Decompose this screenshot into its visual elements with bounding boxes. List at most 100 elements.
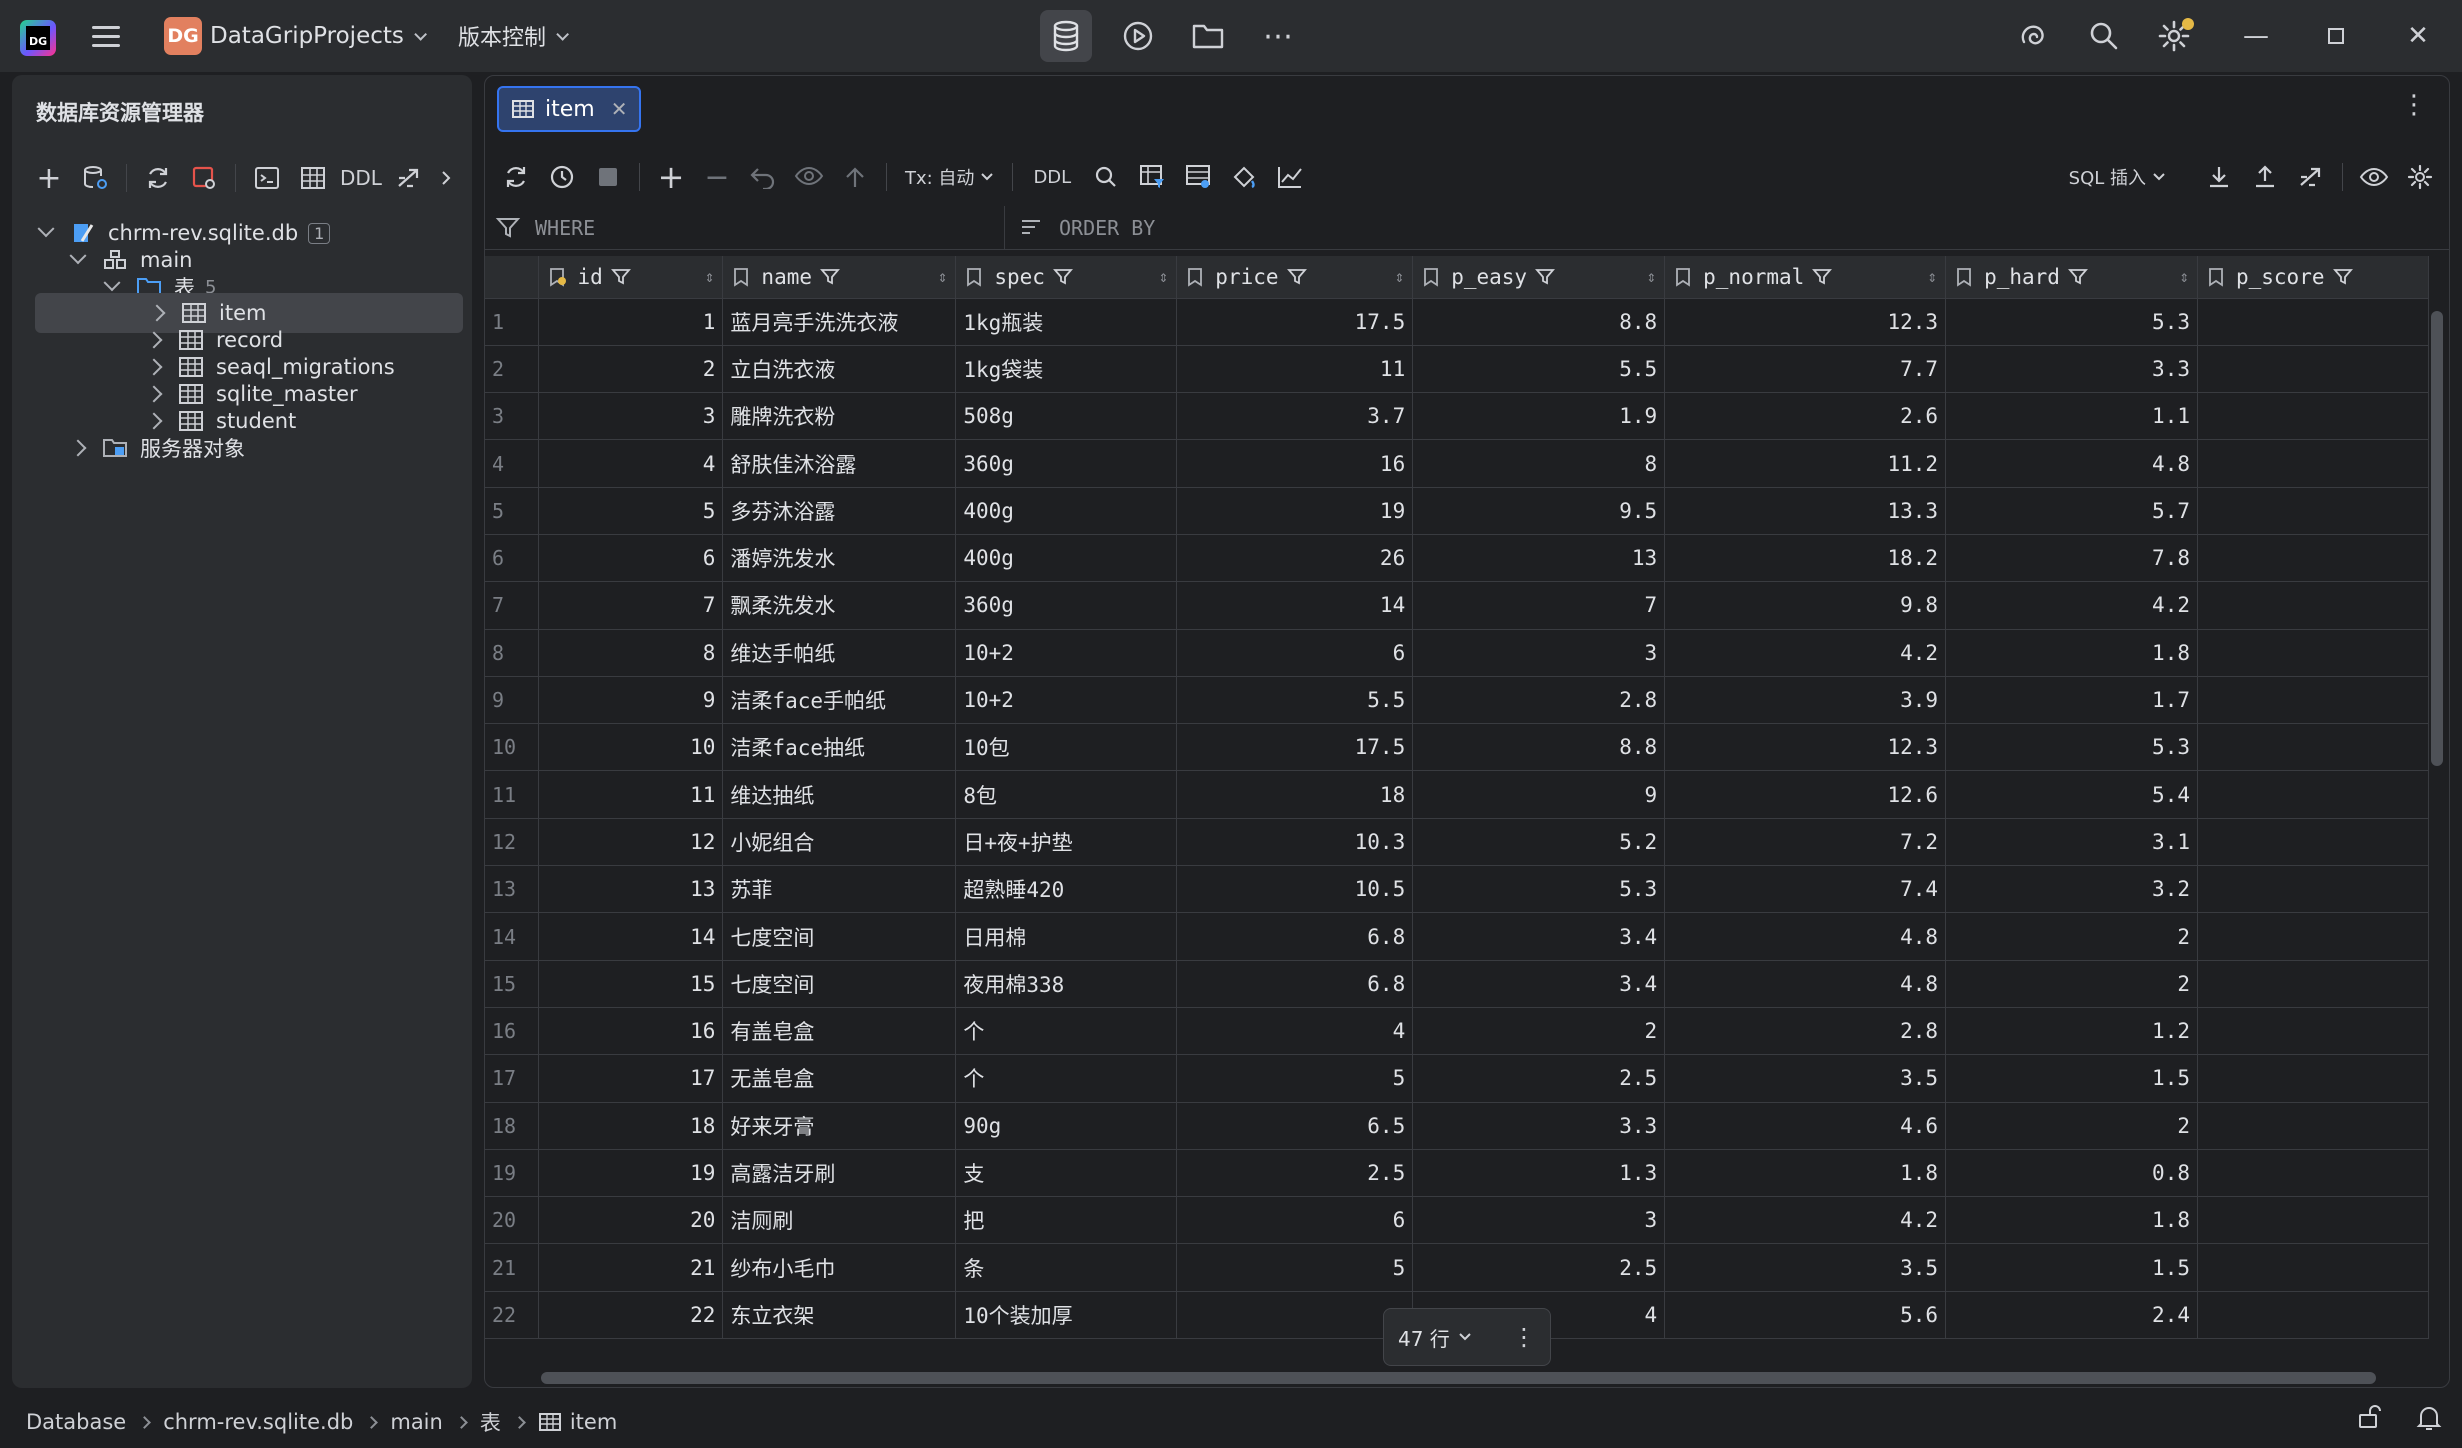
search-icon[interactable]: [1087, 158, 1125, 196]
table-cell[interactable]: 5.6: [1664, 1291, 1947, 1340]
table-cell[interactable]: 4.2: [1945, 581, 2198, 630]
column-header-name[interactable]: name ⇕: [722, 256, 957, 299]
table-cell[interactable]: 10+2: [955, 676, 1178, 725]
table-cell[interactable]: 5.2: [1412, 818, 1666, 867]
table-cell[interactable]: 1.3: [1412, 1149, 1666, 1198]
table-cell[interactable]: 8: [538, 629, 724, 677]
table-cell[interactable]: 1.7: [1945, 676, 2198, 725]
table-cell[interactable]: 5.5: [1176, 676, 1414, 725]
table-cell[interactable]: 维达抽纸: [722, 770, 957, 819]
table-cell[interactable]: 洁柔face手帕纸: [722, 676, 957, 725]
column-header-p-hard[interactable]: p_hard ⇕: [1945, 256, 2198, 299]
delete-row-icon[interactable]: −: [698, 158, 736, 196]
table-cell[interactable]: 8: [1412, 439, 1666, 488]
upload-icon[interactable]: [2246, 158, 2284, 196]
table-cell[interactable]: 2: [1945, 912, 2198, 961]
reload-icon[interactable]: [497, 158, 535, 196]
table-cell[interactable]: 12: [538, 818, 724, 867]
table-icon[interactable]: [294, 159, 332, 197]
table-cell[interactable]: [2197, 439, 2429, 488]
table-cell[interactable]: 1.5: [1945, 1054, 2198, 1103]
table-cell[interactable]: 18: [538, 1102, 724, 1150]
table-cell[interactable]: 18.2: [1664, 534, 1947, 583]
table-cell[interactable]: 12.3: [1664, 298, 1947, 346]
table-cell[interactable]: [2197, 581, 2429, 630]
download-icon[interactable]: [2200, 158, 2238, 196]
table-cell[interactable]: 个: [955, 1054, 1178, 1103]
table-cell[interactable]: 16: [1176, 439, 1414, 488]
table-cell[interactable]: 1.8: [1664, 1149, 1947, 1198]
table-row[interactable]: 15 15 七度空间 夜用棉338 6.8 3.4 4.8 2: [485, 960, 2429, 1008]
order-by-input[interactable]: ORDER BY: [1005, 216, 1155, 240]
table-cell[interactable]: 10包: [955, 723, 1178, 772]
table-cell[interactable]: 2.5: [1412, 1243, 1666, 1292]
table-cell[interactable]: 舒肤佳沐浴露: [722, 439, 957, 488]
table-cell[interactable]: 维达手帕纸: [722, 629, 957, 677]
table-cell[interactable]: 17: [538, 1054, 724, 1103]
table-cell[interactable]: 14: [1176, 581, 1414, 630]
table-cell[interactable]: 12.3: [1664, 723, 1947, 772]
table-cell[interactable]: 11: [1176, 345, 1414, 394]
stop-icon[interactable]: [589, 158, 627, 196]
filter-icon[interactable]: [610, 267, 631, 287]
table-cell[interactable]: 10+2: [955, 629, 1178, 677]
table-cell[interactable]: 1kg瓶装: [955, 298, 1178, 346]
table-cell[interactable]: [2197, 1007, 2429, 1056]
table-cell[interactable]: [2197, 1102, 2429, 1150]
table-cell[interactable]: 5: [1176, 1054, 1414, 1103]
table-cell[interactable]: 洁柔face抽纸: [722, 723, 957, 772]
vertical-scrollbar[interactable]: [2431, 311, 2443, 766]
more-options-icon[interactable]: ⋮: [1512, 1323, 1536, 1351]
table-cell[interactable]: 1kg袋装: [955, 345, 1178, 394]
table-cell[interactable]: [2197, 676, 2429, 725]
table-cell[interactable]: 5.7: [1945, 487, 2198, 535]
settings-gear-icon[interactable]: [2401, 158, 2439, 196]
table-cell[interactable]: 16: [538, 1007, 724, 1056]
notifications-bell-icon[interactable]: [2416, 1404, 2442, 1437]
column-header-price[interactable]: price ⇕: [1176, 256, 1414, 299]
column-header-p-easy[interactable]: p_easy ⇕: [1412, 256, 1666, 299]
folder-icon[interactable]: [1182, 10, 1234, 62]
table-cell[interactable]: 10.3: [1176, 818, 1414, 867]
table-cell[interactable]: 4.2: [1664, 1196, 1947, 1245]
table-cell[interactable]: 21: [538, 1243, 724, 1292]
table-cell[interactable]: 3.5: [1664, 1054, 1947, 1103]
where-filter-input[interactable]: WHERE: [485, 205, 1005, 250]
table-row[interactable]: 1 1 蓝月亮手洗洗衣液 1kg瓶装 17.5 8.8 12.3 5.3: [485, 298, 2429, 346]
table-cell[interactable]: 2: [1412, 1007, 1666, 1056]
table-cell[interactable]: 6.8: [1176, 960, 1414, 1008]
table-cell[interactable]: 4: [538, 439, 724, 488]
table-cell[interactable]: [2197, 865, 2429, 914]
table-cell[interactable]: 90g: [955, 1102, 1178, 1150]
search-icon[interactable]: [2078, 10, 2130, 62]
sql-insert-dropdown[interactable]: SQL 插入: [2069, 164, 2166, 190]
table-cell[interactable]: 3: [1412, 1196, 1666, 1245]
table-cell[interactable]: 日用棉: [955, 912, 1178, 961]
settings-gear-icon[interactable]: [2148, 10, 2200, 62]
table-cell[interactable]: 2.6: [1664, 392, 1947, 441]
table-cell[interactable]: [2197, 298, 2429, 346]
table-cell[interactable]: 400g: [955, 534, 1178, 583]
table-cell[interactable]: 2: [538, 345, 724, 394]
sort-icon[interactable]: ⇕: [1159, 267, 1169, 286]
open-console-icon[interactable]: [248, 159, 286, 197]
table-cell[interactable]: 22: [538, 1291, 724, 1340]
table-cell[interactable]: 好来牙膏: [722, 1102, 957, 1150]
table-cell[interactable]: [2197, 629, 2429, 677]
table-cell[interactable]: 10.5: [1176, 865, 1414, 914]
jump-to-icon[interactable]: [390, 159, 428, 197]
table-cell[interactable]: 2.5: [1412, 1054, 1666, 1103]
more-options-icon[interactable]: ⋮: [2401, 90, 2427, 120]
table-cell[interactable]: 2: [1945, 1102, 2198, 1150]
table-row[interactable]: 8 8 维达手帕纸 10+2 6 3 4.2 1.8: [485, 629, 2429, 677]
table-cell[interactable]: 超熟睡420: [955, 865, 1178, 914]
minimize-button[interactable]: —: [2236, 18, 2276, 54]
table-cell[interactable]: 1: [538, 298, 724, 346]
table-cell[interactable]: 3.5: [1664, 1243, 1947, 1292]
table-cell[interactable]: [2197, 345, 2429, 394]
table-cell[interactable]: 5.3: [1945, 723, 2198, 772]
table-cell[interactable]: 纱布小毛巾: [722, 1243, 957, 1292]
table-cell[interactable]: [2197, 1149, 2429, 1198]
table-cell[interactable]: 400g: [955, 487, 1178, 535]
table-cell[interactable]: 19: [538, 1149, 724, 1198]
